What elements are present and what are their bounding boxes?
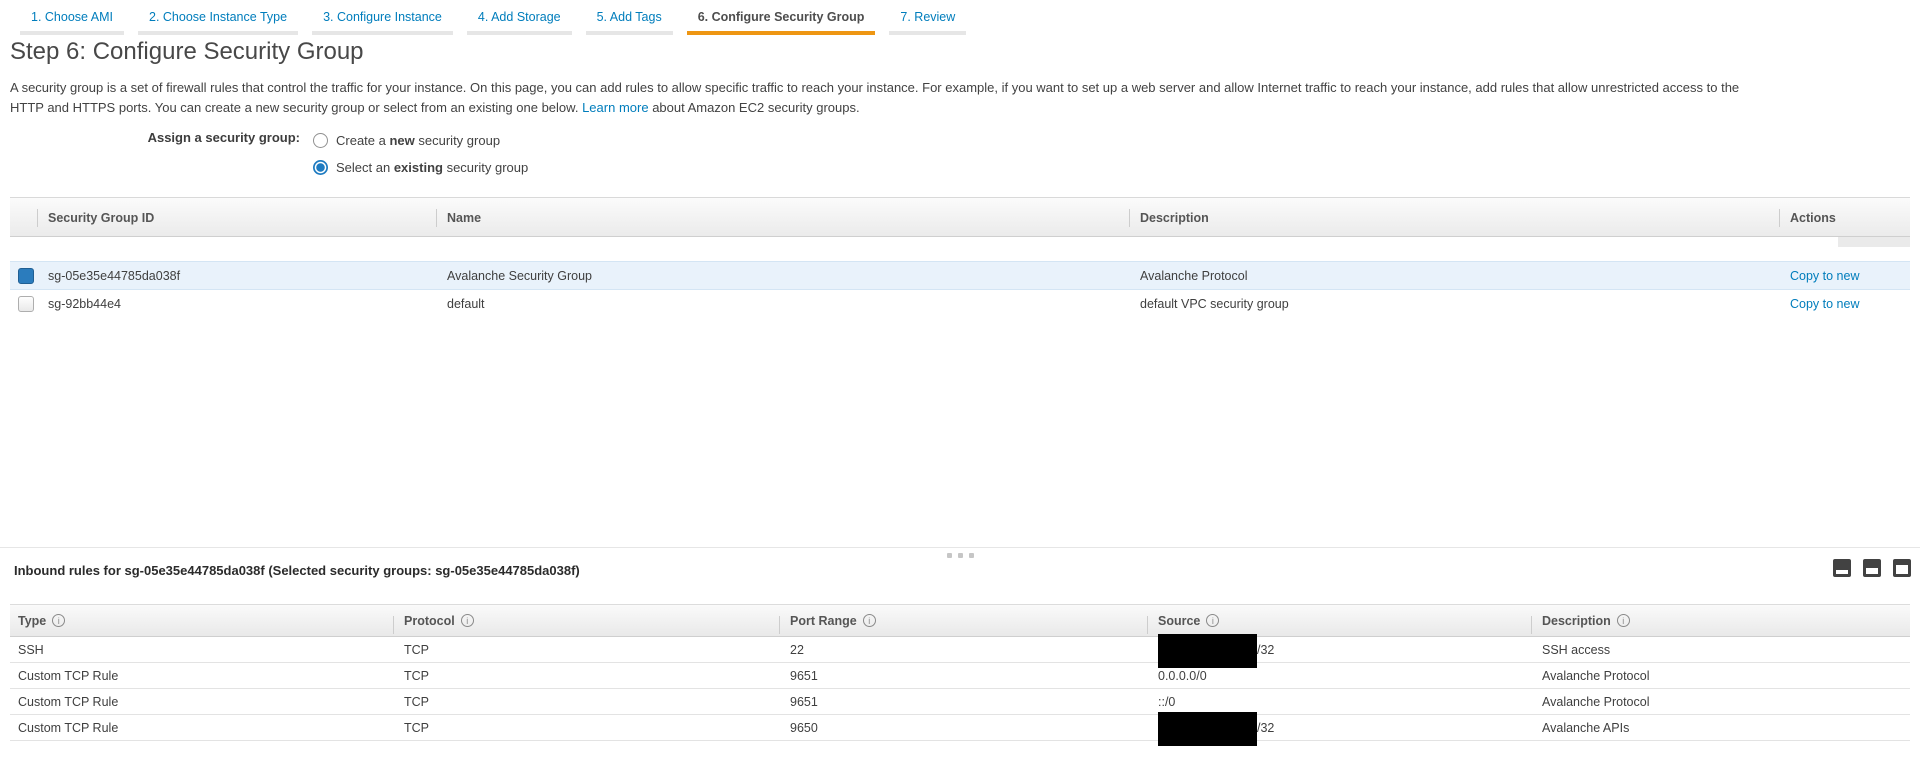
column-header-protocol: Protocoli <box>404 605 474 638</box>
rule-protocol-cell: TCP <box>404 715 429 741</box>
inbound-rule-row: Custom TCP Rule TCP 9651 0.0.0.0/0 Avala… <box>10 663 1910 689</box>
tab-configure-security-group[interactable]: 6. Configure Security Group <box>687 8 876 35</box>
page-description: A security group is a set of firewall ru… <box>10 78 1915 118</box>
copy-to-new-link[interactable]: Copy to new <box>1790 290 1859 319</box>
inbound-rule-row: Custom TCP Rule TCP 9651 ::/0 Avalanche … <box>10 689 1910 715</box>
rule-description-cell: SSH access <box>1542 637 1610 663</box>
page-title: Step 6: Configure Security Group <box>10 38 364 66</box>
tab-review[interactable]: 7. Review <box>889 8 966 35</box>
sg-description-cell: default VPC security group <box>1140 290 1289 319</box>
tab-choose-ami[interactable]: 1. Choose AMI <box>20 8 124 35</box>
info-icon[interactable]: i <box>1206 614 1219 627</box>
redacted-ip-block <box>1158 634 1257 668</box>
sg-id-cell: sg-92bb44e4 <box>48 290 121 319</box>
view-toggle-group <box>1833 559 1911 577</box>
rule-description-cell: Avalanche Protocol <box>1542 663 1649 689</box>
checkbox-unchecked-icon[interactable] <box>18 296 34 312</box>
checkbox-checked-icon[interactable] <box>18 268 34 284</box>
tab-configure-instance[interactable]: 3. Configure Instance <box>312 8 453 35</box>
description-suffix: about Amazon EC2 security groups. <box>652 100 859 115</box>
rule-description-cell: Avalanche APIs <box>1542 715 1629 741</box>
rule-type-cell: Custom TCP Rule <box>18 689 118 715</box>
info-icon[interactable]: i <box>1617 614 1630 627</box>
rule-port-cell: 9650 <box>790 715 818 741</box>
rule-port-cell: 9651 <box>790 689 818 715</box>
tab-add-tags[interactable]: 5. Add Tags <box>586 8 673 35</box>
rule-description-cell: Avalanche Protocol <box>1542 689 1649 715</box>
sg-name-cell: Avalanche Security Group <box>447 262 592 291</box>
radio-select-existing-security-group[interactable]: Select an existing security group <box>313 154 528 181</box>
assign-security-group-label: Assign a security group: <box>0 127 300 181</box>
info-icon[interactable]: i <box>461 614 474 627</box>
description-line2: HTTP and HTTPS ports. You can create a n… <box>10 100 578 115</box>
redacted-ip-block <box>1158 712 1257 746</box>
assign-security-group-section: Assign a security group: Create a new se… <box>0 127 528 181</box>
wizard-steps: 1. Choose AMI 2. Choose Instance Type 3.… <box>20 8 980 35</box>
tab-add-storage[interactable]: 4. Add Storage <box>467 8 572 35</box>
inbound-rules-table: Typei Protocoli Port Rangei Sourcei Desc… <box>10 604 1910 741</box>
rule-port-cell: 9651 <box>790 663 818 689</box>
inbound-rules-table-header: Typei Protocoli Port Rangei Sourcei Desc… <box>10 604 1910 637</box>
radio-create-new-security-group[interactable]: Create a new security group <box>313 127 528 154</box>
rule-protocol-cell: TCP <box>404 637 429 663</box>
rule-protocol-cell: TCP <box>404 663 429 689</box>
inbound-rule-row: SSH TCP 22 /32 SSH access <box>10 637 1910 663</box>
tab-choose-instance-type[interactable]: 2. Choose Instance Type <box>138 8 298 35</box>
inbound-rules-heading: Inbound rules for sg-05e35e44785da038f (… <box>14 563 580 578</box>
column-header-actions: Actions <box>1790 198 1836 238</box>
info-icon[interactable]: i <box>52 614 65 627</box>
sg-id-cell: sg-05e35e44785da038f <box>48 262 180 291</box>
column-header-description: Descriptioni <box>1542 605 1630 638</box>
rule-type-cell: SSH <box>18 637 44 663</box>
rule-protocol-cell: TCP <box>404 689 429 715</box>
table-row-sg-avalanche[interactable]: sg-05e35e44785da038f Avalanche Security … <box>10 261 1910 290</box>
radio-unselected-icon[interactable] <box>313 133 328 148</box>
info-icon[interactable]: i <box>863 614 876 627</box>
view-toggle-bottom-large-icon[interactable] <box>1893 559 1911 577</box>
pane-resize-handle[interactable] <box>947 553 974 558</box>
sg-description-cell: Avalanche Protocol <box>1140 262 1247 291</box>
security-groups-table: Security Group ID Name Description Actio… <box>10 197 1910 319</box>
rule-type-cell: Custom TCP Rule <box>18 715 118 741</box>
table-row-sg-default[interactable]: sg-92bb44e4 default default VPC security… <box>10 290 1910 319</box>
rule-source-cell: /32 <box>1158 715 1274 741</box>
pane-divider <box>0 547 1920 548</box>
column-header-security-group-id: Security Group ID <box>48 198 154 238</box>
radio-label: Create a new security group <box>336 133 500 148</box>
column-header-port-range: Port Rangei <box>790 605 876 638</box>
view-toggle-bottom-medium-icon[interactable] <box>1863 559 1881 577</box>
column-header-type: Typei <box>18 605 65 638</box>
copy-to-new-link[interactable]: Copy to new <box>1790 262 1859 291</box>
rule-port-cell: 22 <box>790 637 804 663</box>
description-line1: A security group is a set of firewall ru… <box>10 80 1739 95</box>
rule-type-cell: Custom TCP Rule <box>18 663 118 689</box>
security-groups-table-header: Security Group ID Name Description Actio… <box>10 197 1910 237</box>
radio-selected-icon[interactable] <box>313 160 328 175</box>
scrollbar-gutter <box>1838 237 1910 247</box>
learn-more-link[interactable]: Learn more <box>582 100 648 115</box>
sg-name-cell: default <box>447 290 485 319</box>
radio-label: Select an existing security group <box>336 160 528 175</box>
column-header-description: Description <box>1140 198 1209 238</box>
column-header-name: Name <box>447 198 481 238</box>
rule-source-cell: /32 <box>1158 637 1274 663</box>
view-toggle-bottom-small-icon[interactable] <box>1833 559 1851 577</box>
inbound-rule-row: Custom TCP Rule TCP 9650 /32 Avalanche A… <box>10 715 1910 741</box>
